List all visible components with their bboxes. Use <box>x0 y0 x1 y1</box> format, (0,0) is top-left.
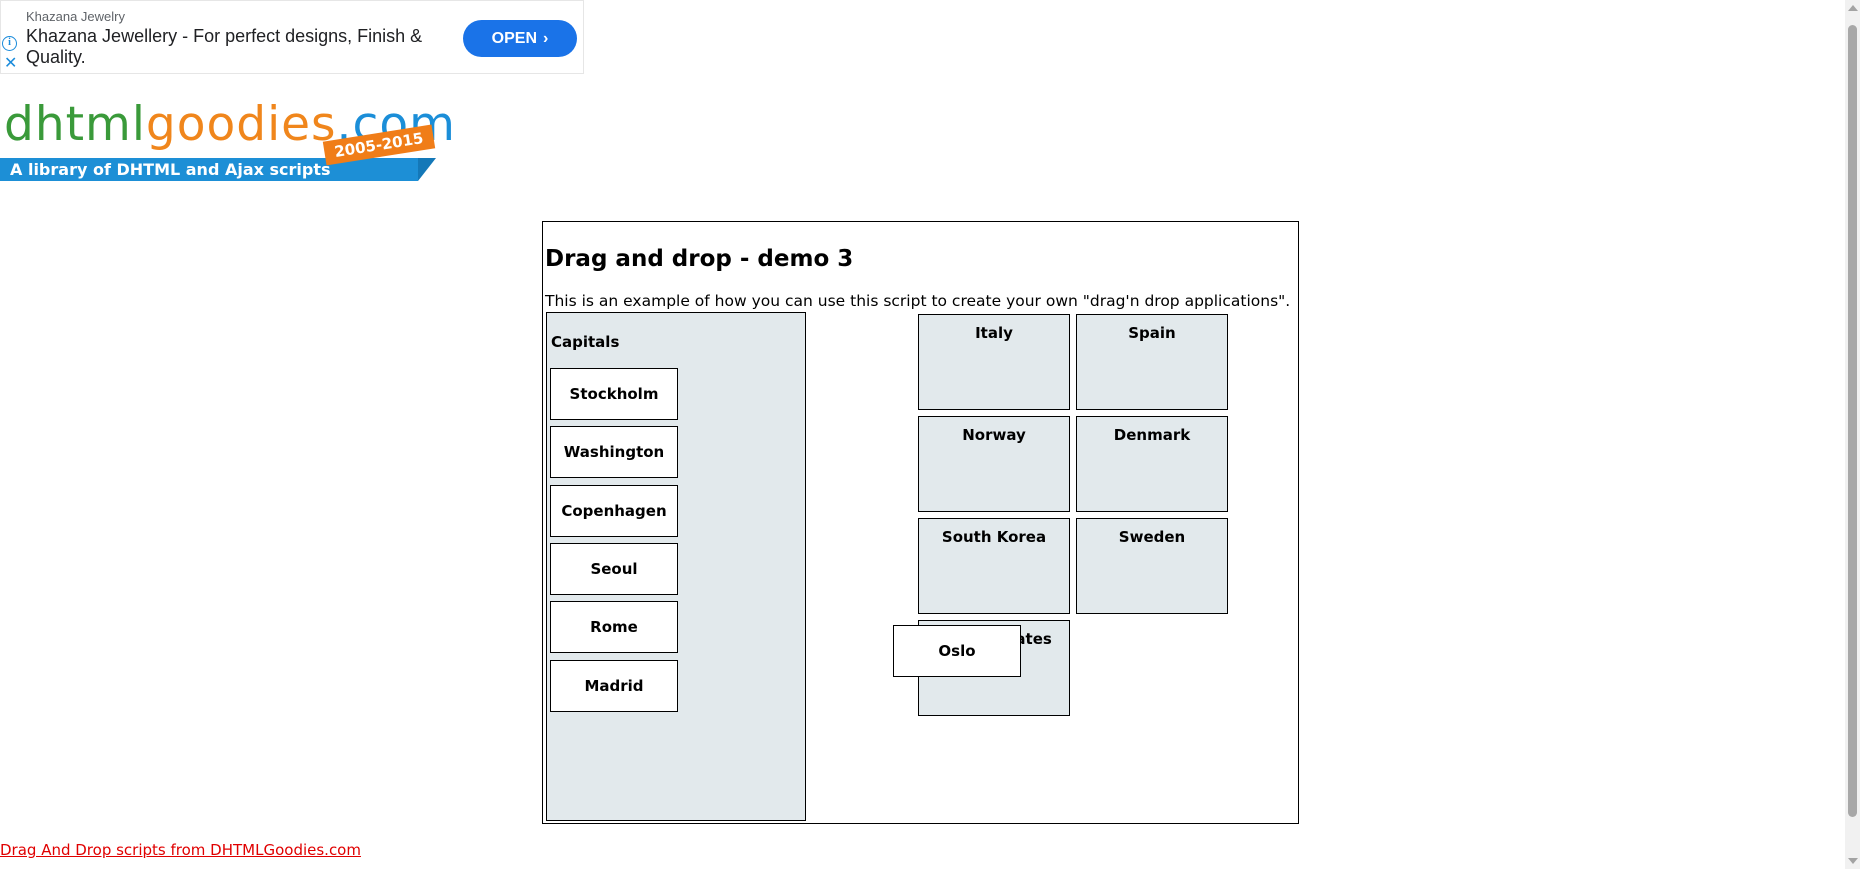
info-icon[interactable]: i <box>2 36 17 51</box>
logo-tagline-tail <box>418 158 436 181</box>
country-box-norway[interactable]: Norway <box>918 416 1070 512</box>
ad-advertiser: Khazana Jewelry <box>26 9 125 24</box>
ad-banner[interactable]: Khazana Jewelry Khazana Jewellery - For … <box>0 0 584 74</box>
page-title: Drag and drop - demo 3 <box>545 246 854 272</box>
capitals-title: Capitals <box>551 333 620 351</box>
chevron-right-icon: › <box>543 29 549 47</box>
capital-item-madrid[interactable]: Madrid <box>550 660 678 712</box>
logo-tagline: A library of DHTML and Ajax scripts <box>10 160 331 179</box>
logo-part-dhtml: dhtml <box>4 97 146 152</box>
scroll-up-arrow-icon[interactable] <box>1848 5 1858 11</box>
demo-container: Drag and drop - demo 3 This is an exampl… <box>542 221 1299 824</box>
capital-item-stockholm[interactable]: Stockholm <box>550 368 678 420</box>
ad-headline[interactable]: Khazana Jewellery - For perfect designs,… <box>26 26 446 68</box>
intro-text: This is an example of how you can use th… <box>545 292 1291 310</box>
capital-item-copenhagen[interactable]: Copenhagen <box>550 485 678 537</box>
country-box-italy[interactable]: Italy <box>918 314 1070 410</box>
country-box-south-korea[interactable]: South Korea <box>918 518 1070 614</box>
capital-item-washington[interactable]: Washington <box>550 426 678 478</box>
capital-item-rome[interactable]: Rome <box>550 601 678 653</box>
country-box-denmark[interactable]: Denmark <box>1076 416 1228 512</box>
logo-part-goodies: goodies <box>145 97 337 152</box>
vertical-scrollbar[interactable] <box>1845 0 1860 869</box>
footer-link[interactable]: Drag And Drop scripts from DHTMLGoodies.… <box>0 841 361 859</box>
country-box-spain[interactable]: Spain <box>1076 314 1228 410</box>
site-logo[interactable]: dhtmlgoodies.com A library of DHTML and … <box>0 97 455 187</box>
close-icon[interactable]: ✕ <box>4 55 17 71</box>
dragging-item-oslo[interactable]: Oslo <box>893 625 1021 677</box>
ad-open-label: OPEN <box>491 29 537 47</box>
capital-item-seoul[interactable]: Seoul <box>550 543 678 595</box>
country-box-sweden[interactable]: Sweden <box>1076 518 1228 614</box>
scroll-down-arrow-icon[interactable] <box>1848 858 1858 864</box>
capitals-panel[interactable]: Capitals Stockholm Washington Copenhagen… <box>546 312 806 821</box>
ad-open-button[interactable]: OPEN › <box>463 20 577 57</box>
scrollbar-thumb[interactable] <box>1848 25 1857 817</box>
